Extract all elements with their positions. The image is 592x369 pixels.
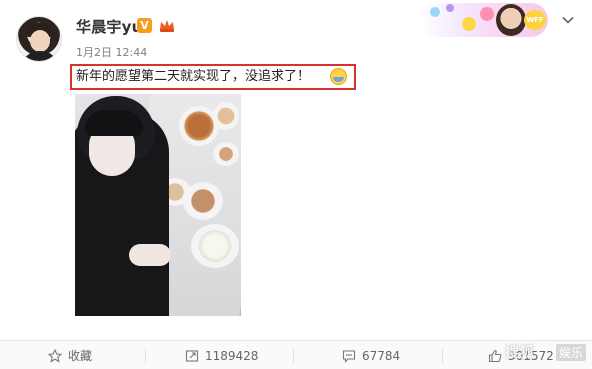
post-photo[interactable] (75, 94, 241, 316)
post-text: 新年的愿望第二天就实现了，没追求了！ (76, 69, 311, 84)
planet-decoration-icon (430, 7, 440, 17)
favorite-label: 收藏 (68, 349, 93, 363)
like-button[interactable]: 301572 (488, 341, 554, 369)
author-name[interactable]: 华晨宇yu (76, 16, 142, 37)
author-avatar[interactable] (16, 16, 62, 62)
food-bowl (213, 142, 239, 166)
comment-icon (342, 349, 356, 363)
chevron-down-icon[interactable] (561, 13, 575, 27)
star-icon (48, 348, 62, 363)
member-crown-icon[interactable] (158, 18, 176, 33)
banner-portrait (496, 4, 526, 36)
divider (442, 349, 443, 363)
repost-icon (185, 349, 199, 362)
verified-badge-icon[interactable]: V (137, 18, 152, 33)
food-bowl (183, 182, 223, 220)
star-decoration-icon (462, 17, 476, 31)
rice-bowl (191, 224, 239, 268)
repost-button[interactable]: 1189428 (185, 341, 258, 369)
comment-count: 67784 (362, 348, 401, 363)
action-bar: 收藏 1189428 67784 301572 (0, 340, 592, 369)
comment-button[interactable]: 67784 (342, 341, 400, 369)
photo-hand (129, 244, 171, 266)
post-timestamp[interactable]: 1月2日 12:44 (76, 44, 147, 60)
avatar-body (21, 51, 59, 61)
planet-decoration-icon (446, 4, 454, 12)
divider (145, 349, 146, 363)
repost-count: 1189428 (205, 348, 259, 363)
thumbs-up-icon (488, 349, 502, 362)
divider (293, 349, 294, 363)
planet-decoration-icon (480, 7, 494, 21)
food-bowl (213, 102, 239, 130)
smile-emoji-icon (330, 68, 347, 85)
like-count: 301572 (508, 348, 554, 363)
photo-hair (85, 110, 143, 136)
favorite-button[interactable]: 收藏 (48, 341, 92, 369)
wff-badge: WFF (524, 10, 546, 30)
avatar-face (30, 30, 50, 52)
fan-club-banner[interactable]: WFF (420, 3, 548, 37)
